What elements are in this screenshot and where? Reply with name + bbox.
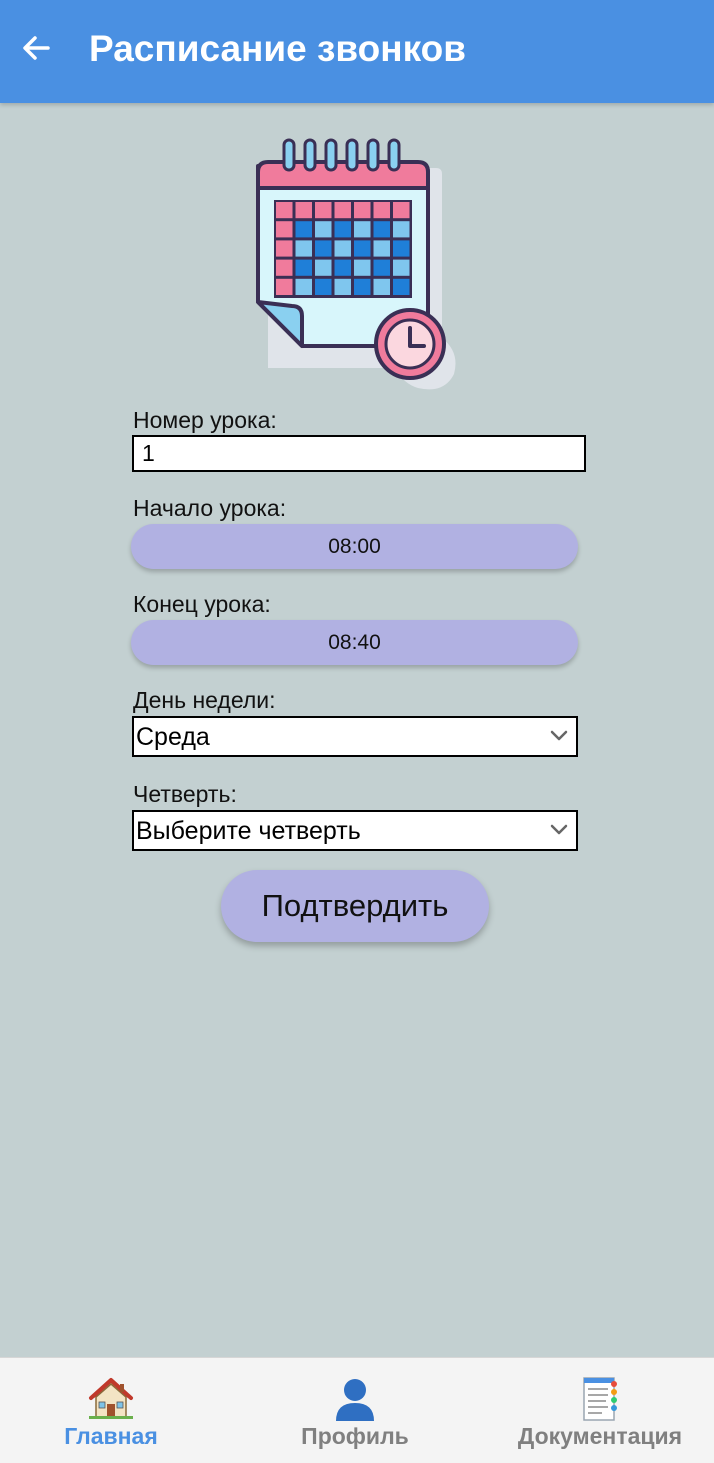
weekday-label: День недели: xyxy=(133,687,276,713)
calendar-cell xyxy=(315,202,332,219)
calendar-cell xyxy=(334,278,351,295)
calendar-cell xyxy=(373,278,390,295)
weekday-select[interactable]: Среда xyxy=(132,716,578,757)
quarter-selected-value: Выберите четверть xyxy=(136,817,361,845)
back-button[interactable] xyxy=(14,26,58,70)
calendar-cell xyxy=(276,240,293,257)
calendar-cell xyxy=(354,202,371,219)
calendar-cell xyxy=(276,221,293,238)
nav-label-documentation: Документация xyxy=(517,1423,683,1449)
calendar-cell xyxy=(354,240,371,257)
calendar-cell xyxy=(393,259,410,276)
calendar-cell xyxy=(373,202,390,219)
calendar-cell xyxy=(276,259,293,276)
calendar-cell xyxy=(295,278,312,295)
calendar-cell xyxy=(334,259,351,276)
lesson-number-label: Номер урока: xyxy=(133,407,277,433)
nav-item-profile[interactable]: Профиль xyxy=(236,1358,474,1463)
weekday-selected-value: Среда xyxy=(136,723,210,751)
chevron-down-icon xyxy=(550,824,568,835)
calendar-cell xyxy=(373,259,390,276)
calendar-cell xyxy=(334,202,351,219)
house-icon xyxy=(89,1378,133,1419)
calendar-cell xyxy=(295,240,312,257)
calendar-cell xyxy=(276,278,293,295)
page-title: Расписание звонков xyxy=(89,28,466,69)
start-time-button[interactable]: 08:00 xyxy=(131,524,578,569)
calendar-cell xyxy=(334,221,351,238)
calendar-cell xyxy=(334,240,351,257)
end-time-button[interactable]: 08:40 xyxy=(131,620,578,665)
end-time-label: Конец урока: xyxy=(133,591,271,617)
calendar-cell xyxy=(315,278,332,295)
calendar-cell xyxy=(393,221,410,238)
calendar-cell xyxy=(393,278,410,295)
calendar-cell xyxy=(295,221,312,238)
start-time-label: Начало урока: xyxy=(133,495,287,521)
calendar-cell xyxy=(373,221,390,238)
calendar-cell xyxy=(354,221,371,238)
lesson-number-input[interactable] xyxy=(132,435,586,472)
calendar-cell xyxy=(315,240,332,257)
document-icon xyxy=(583,1377,617,1421)
calendar-clock-icon xyxy=(256,138,456,390)
calendar-cell xyxy=(373,240,390,257)
calendar-cell xyxy=(295,202,312,219)
calendar-cell xyxy=(315,221,332,238)
bottom-navigation: Главная Профиль Документация xyxy=(0,1357,714,1463)
arrow-left-icon xyxy=(23,36,50,60)
quarter-select[interactable]: Выберите четверть xyxy=(132,810,578,851)
calendar-cell xyxy=(354,259,371,276)
calendar-cell xyxy=(276,202,293,219)
calendar-cell xyxy=(295,259,312,276)
user-icon xyxy=(336,1379,374,1421)
calendar-cell xyxy=(393,202,410,219)
calendar-cell xyxy=(354,278,371,295)
nav-item-documentation[interactable]: Документация xyxy=(481,1358,714,1463)
calendar-cell xyxy=(393,240,410,257)
nav-label-home: Главная xyxy=(64,1423,158,1449)
chevron-down-icon xyxy=(550,730,568,741)
quarter-label: Четверть: xyxy=(133,781,237,807)
calendar-cell xyxy=(315,259,332,276)
nav-label-profile: Профиль xyxy=(301,1423,409,1449)
nav-item-home[interactable]: Главная xyxy=(0,1358,230,1463)
app-bar: Расписание звонков xyxy=(0,0,714,103)
confirm-button[interactable]: Подтвердить xyxy=(221,870,489,942)
